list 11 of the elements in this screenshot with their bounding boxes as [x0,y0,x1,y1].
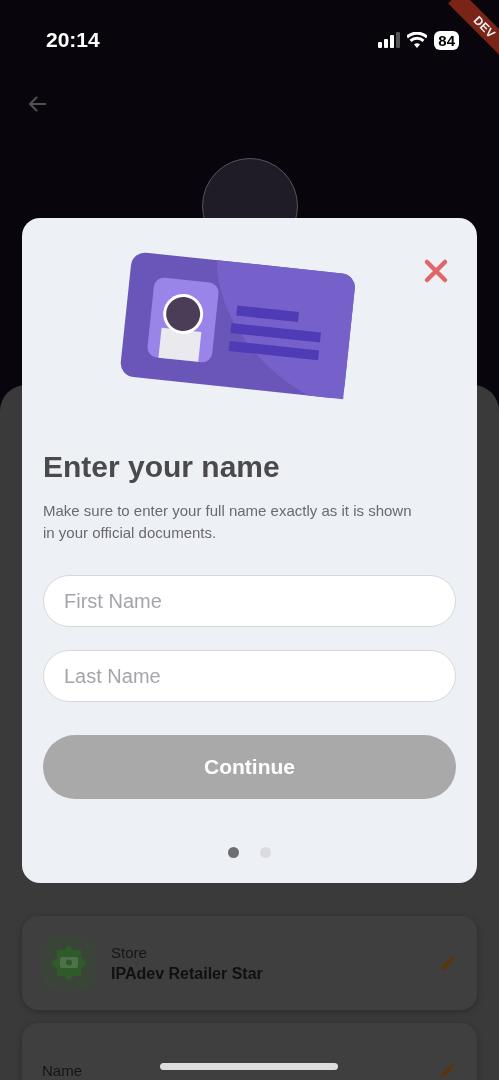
dialog-title: Enter your name [43,450,281,484]
wifi-icon [407,32,428,48]
name-input-field[interactable]: Last Name [43,650,456,702]
battery-level: 84 [434,30,459,50]
name-input-field[interactable]: First Name [43,575,456,627]
close-button[interactable] [423,258,449,284]
signal-icon [378,32,401,48]
dialog-description: Make sure to enter your full name exactly as it is shown in your official documents. [43,501,413,543]
store-logo-icon [42,936,95,990]
status-time: 20:14 [46,28,100,52]
page-dot[interactable] [228,847,239,858]
